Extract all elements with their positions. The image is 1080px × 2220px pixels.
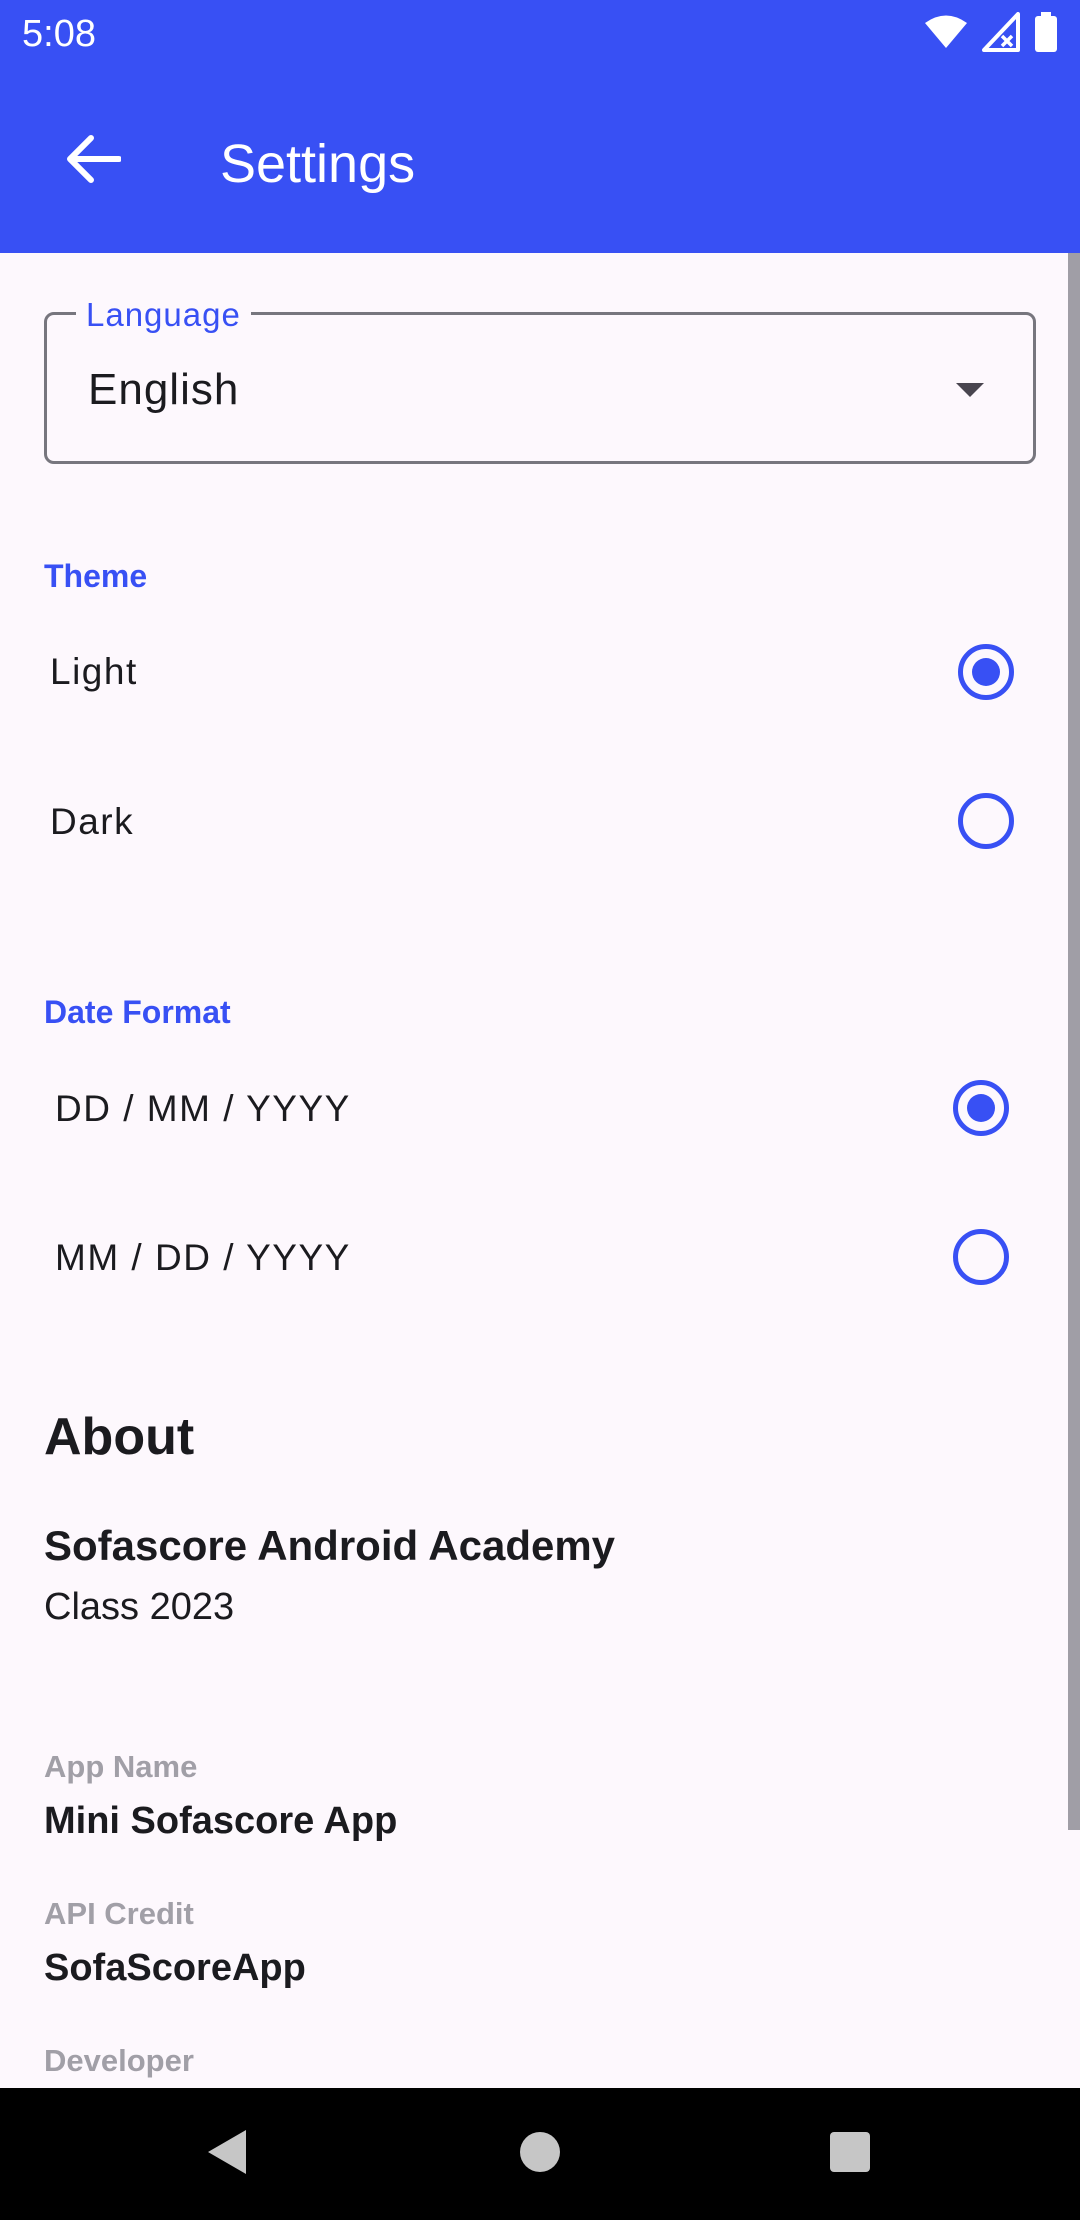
- language-label: Language: [76, 296, 251, 334]
- page-title: Settings: [220, 134, 416, 194]
- dropdown-arrow-icon[interactable]: [952, 377, 988, 403]
- about-class: Class 2023: [44, 1586, 235, 1628]
- about-title: About: [44, 1408, 195, 1466]
- date-format-dmy-radio[interactable]: [953, 1080, 1009, 1136]
- about-org-name: Sofascore Android Academy: [44, 1522, 616, 1569]
- theme-option-dark-label[interactable]: Dark: [50, 798, 134, 846]
- arrow-back-icon: [65, 134, 122, 189]
- wifi-icon: [924, 14, 968, 55]
- theme-option-light-label[interactable]: Light: [50, 648, 138, 696]
- radio-selected-dot: [967, 1094, 995, 1122]
- radio-selected-dot: [972, 658, 1000, 686]
- system-nav-bar: [0, 2088, 1080, 2220]
- battery-icon: [1034, 11, 1058, 57]
- date-format-option-dmy-label[interactable]: DD / MM / YYYY: [55, 1085, 351, 1133]
- nav-back-icon: [202, 2126, 250, 2183]
- date-format-mdy-radio[interactable]: [953, 1229, 1009, 1285]
- nav-recents-button[interactable]: [814, 2118, 886, 2190]
- api-credit-value: SofaScoreApp: [44, 1947, 306, 1989]
- api-credit-label: API Credit: [44, 1896, 194, 1931]
- theme-dark-radio[interactable]: [958, 793, 1014, 849]
- language-value[interactable]: English: [88, 360, 239, 420]
- nav-back-button[interactable]: [190, 2118, 262, 2190]
- status-time: 5:08: [22, 13, 96, 55]
- theme-section-title: Theme: [44, 558, 148, 594]
- developer-label: Developer: [44, 2043, 194, 2078]
- status-icons: [924, 11, 1058, 57]
- top-app-bar: 5:08 Settings: [0, 0, 1080, 253]
- app-name-value: Mini Sofascore App: [44, 1800, 398, 1842]
- date-format-section-title: Date Format: [44, 994, 231, 1030]
- app-name-label: App Name: [44, 1749, 198, 1784]
- scrollbar[interactable]: [1068, 253, 1080, 1830]
- nav-home-button[interactable]: [504, 2118, 576, 2190]
- theme-light-radio[interactable]: [958, 644, 1014, 700]
- back-button[interactable]: [50, 118, 136, 204]
- nav-recents-icon: [829, 2131, 871, 2178]
- date-format-option-mdy-label[interactable]: MM / DD / YYYY: [55, 1234, 351, 1282]
- nav-home-icon: [518, 2130, 562, 2179]
- signal-off-icon: [982, 11, 1020, 57]
